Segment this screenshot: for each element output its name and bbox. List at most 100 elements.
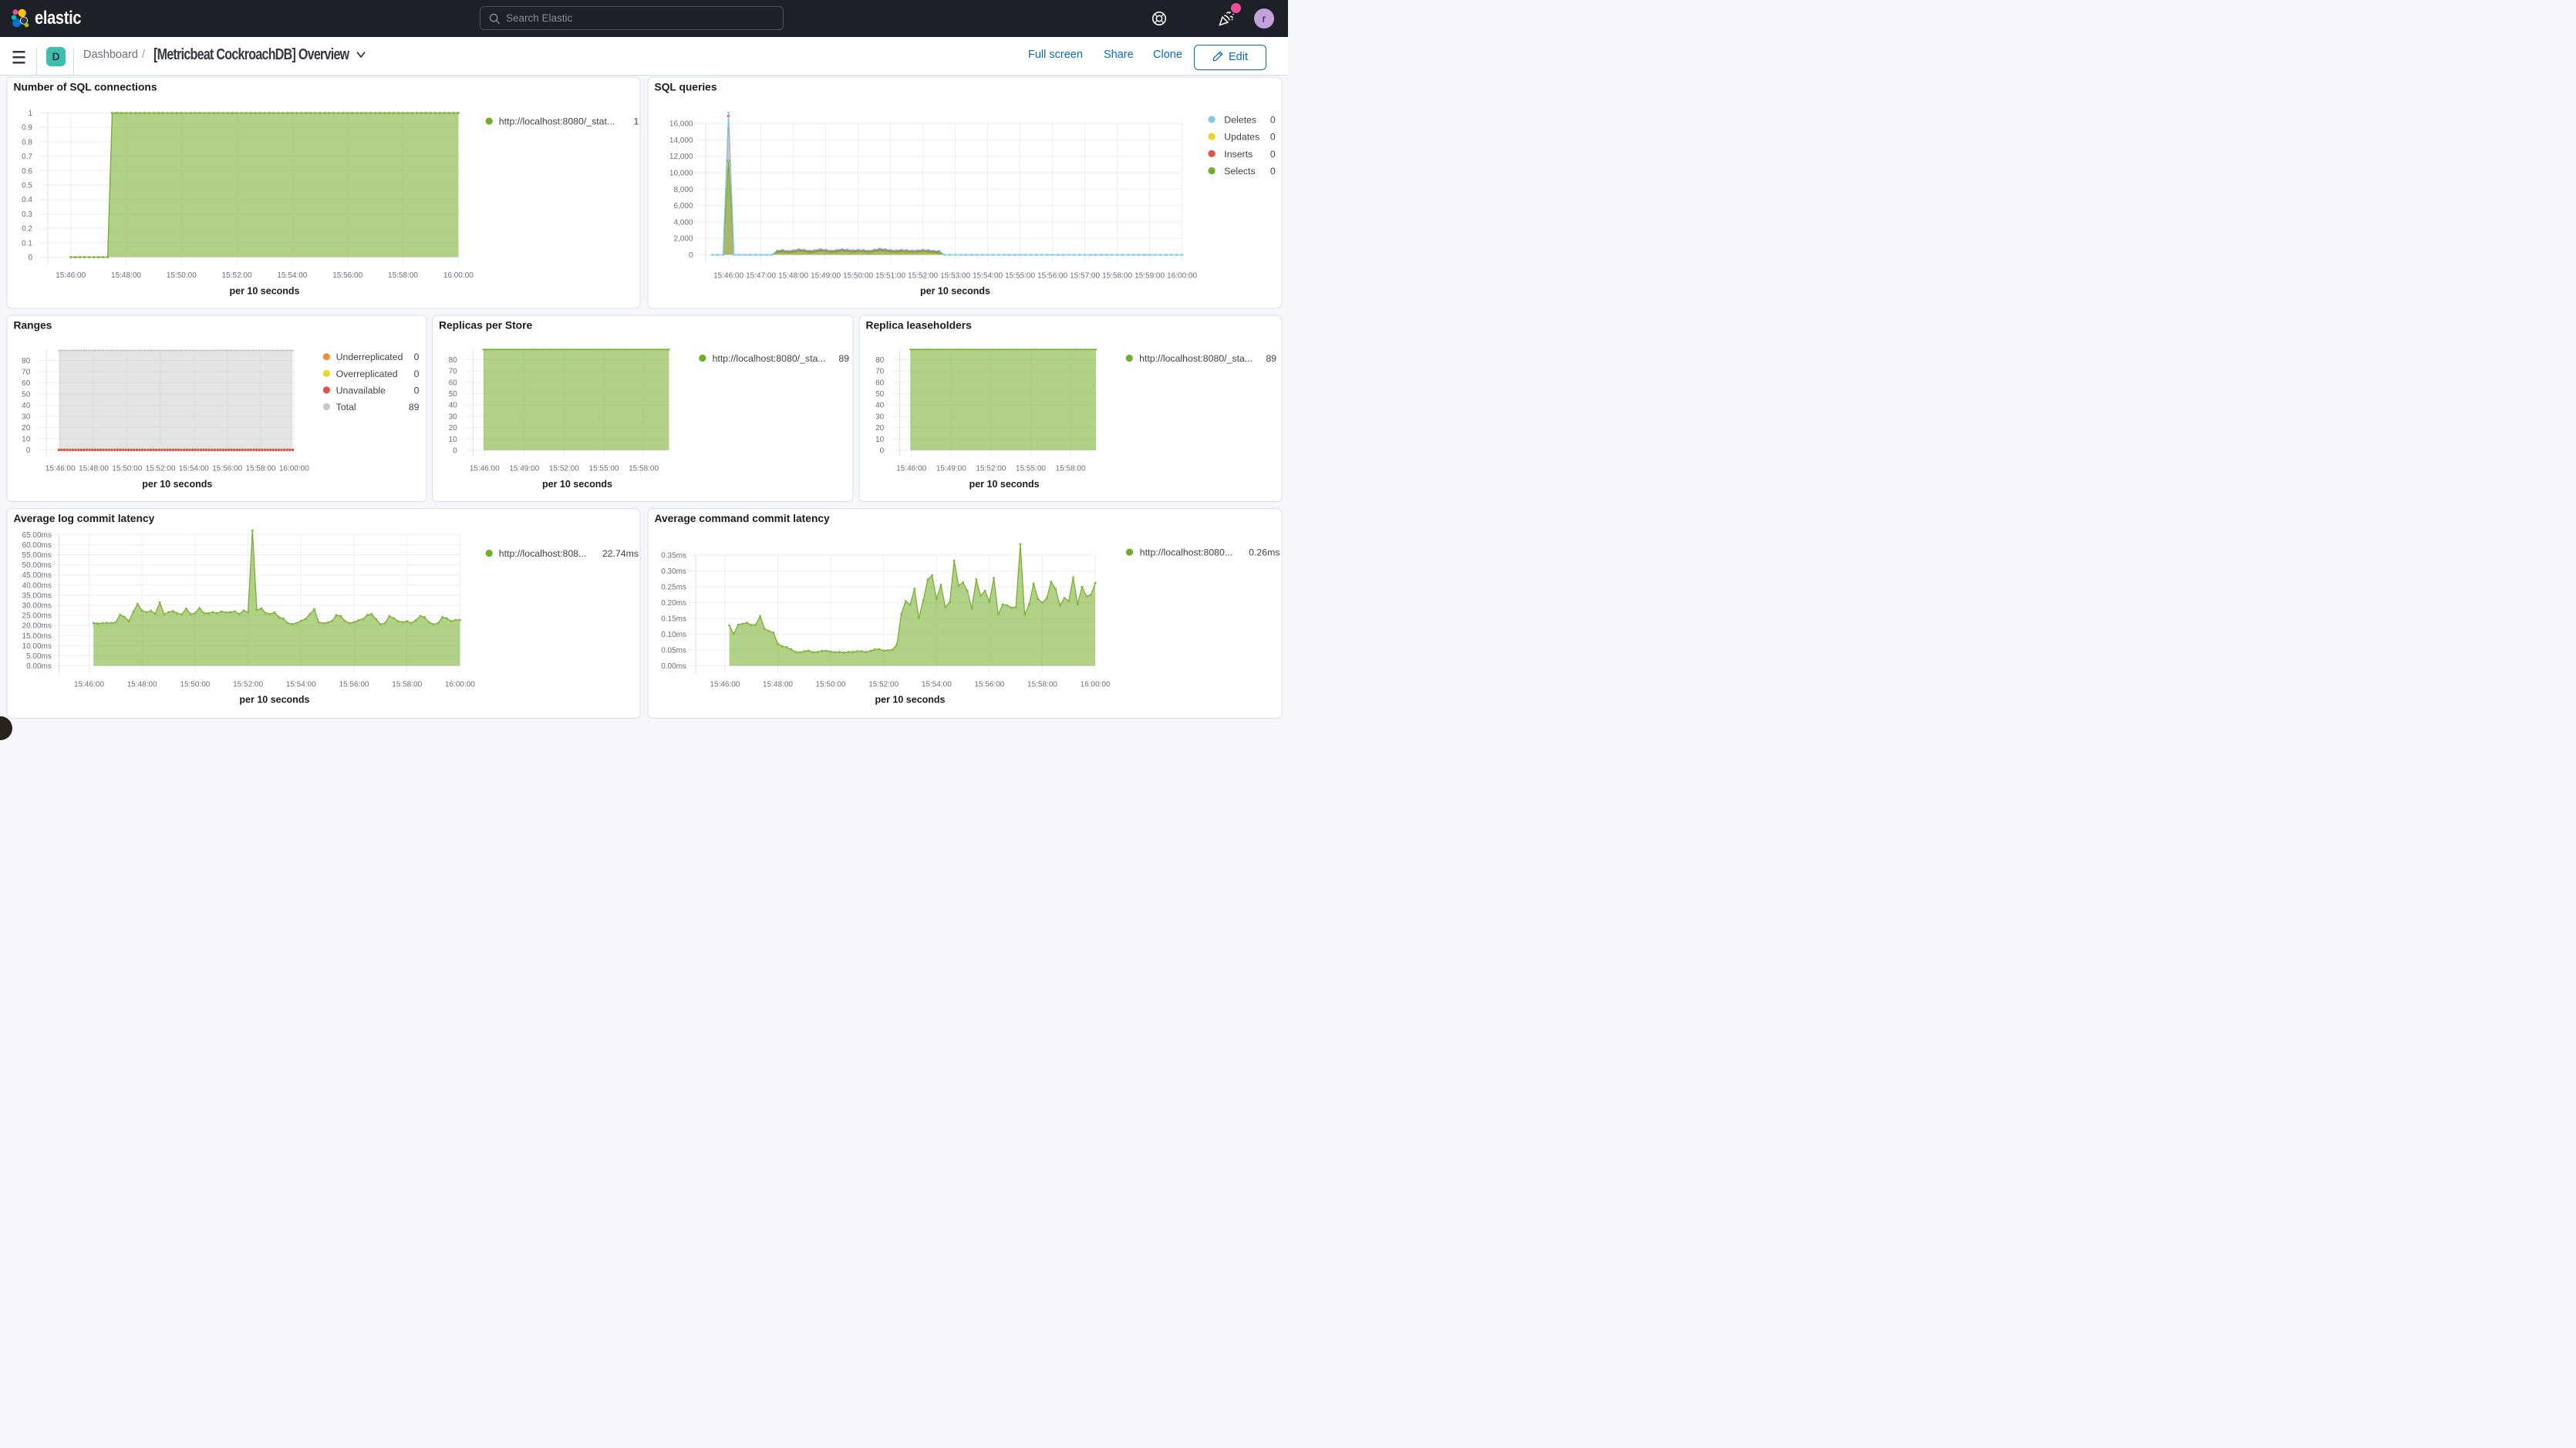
svg-text:15:46:00: 15:46:00 [56,271,86,280]
svg-text:50: 50 [22,391,31,399]
svg-text:0.25ms: 0.25ms [661,584,686,592]
svg-text:Updates: Updates [1224,132,1259,143]
svg-text:5.00ms: 5.00ms [26,652,52,661]
svg-text:0.00ms: 0.00ms [26,662,52,671]
svg-text:15:50:00: 15:50:00 [112,465,142,473]
svg-text:0: 0 [414,385,420,396]
svg-text:15:52:00: 15:52:00 [146,465,176,473]
svg-text:8,000: 8,000 [673,186,693,194]
svg-text:0: 0 [28,254,32,262]
svg-text:15:56:00: 15:56:00 [1037,271,1067,280]
svg-text:30: 30 [875,413,885,421]
svg-text:15:49:00: 15:49:00 [936,465,966,473]
svg-text:SQL queries: SQL queries [655,82,717,93]
svg-text:15:55:00: 15:55:00 [1005,271,1035,280]
svg-text:0.15ms: 0.15ms [661,615,686,624]
svg-text:15:58:00: 15:58:00 [1027,680,1057,689]
svg-text:15:50:00: 15:50:00 [180,680,210,689]
svg-text:15.00ms: 15.00ms [22,632,52,641]
svg-text:1: 1 [634,116,639,127]
svg-text:70: 70 [449,368,458,376]
svg-text:15:50:00: 15:50:00 [167,271,197,280]
svg-text:Total: Total [336,402,356,413]
svg-text:0.3: 0.3 [22,210,32,219]
svg-text:Ranges: Ranges [14,320,52,332]
svg-text:0.9: 0.9 [22,124,32,133]
svg-text:15:58:00: 15:58:00 [388,271,418,280]
svg-text:16:00:00: 16:00:00 [279,465,309,473]
svg-text:20: 20 [22,424,31,433]
svg-text:15:52:00: 15:52:00 [868,680,899,689]
svg-text:Deletes: Deletes [1224,114,1256,125]
svg-text:15:58:00: 15:58:00 [1056,465,1086,473]
svg-text:10: 10 [22,436,31,444]
svg-text:0: 0 [26,446,31,455]
svg-text:60: 60 [22,379,31,388]
svg-text:15:48:00: 15:48:00 [763,680,793,689]
svg-text:10.00ms: 10.00ms [22,642,52,651]
svg-text:per 10 seconds: per 10 seconds [229,286,299,297]
svg-text:15:49:00: 15:49:00 [811,271,841,280]
svg-text:15:57:00: 15:57:00 [1070,271,1100,280]
svg-text:0.00ms: 0.00ms [661,662,686,671]
svg-text:10: 10 [875,436,885,444]
svg-text:4,000: 4,000 [673,218,693,227]
svg-text:15:52:00: 15:52:00 [549,465,579,473]
svg-text:40: 40 [449,402,458,410]
svg-text:40: 40 [875,402,885,410]
svg-text:15:55:00: 15:55:00 [1016,465,1046,473]
svg-text:0.7: 0.7 [22,153,32,161]
svg-text:15:54:00: 15:54:00 [922,680,952,689]
svg-text:65.00ms: 65.00ms [22,531,52,540]
svg-text:0.26ms: 0.26ms [1249,547,1280,558]
svg-text:50: 50 [449,390,458,399]
svg-text:15:52:00: 15:52:00 [976,465,1006,473]
svg-text:89: 89 [409,402,420,413]
svg-text:0.30ms: 0.30ms [661,567,686,576]
svg-text:15:46:00: 15:46:00 [710,680,740,689]
svg-text:89: 89 [1266,353,1276,364]
svg-text:Unavailable: Unavailable [336,385,386,396]
svg-text:15:58:00: 15:58:00 [629,465,659,473]
svg-text:per 10 seconds: per 10 seconds [920,286,990,297]
svg-text:15:52:00: 15:52:00 [908,271,938,280]
svg-text:16:00:00: 16:00:00 [1081,680,1111,689]
svg-text:15:56:00: 15:56:00 [212,465,242,473]
svg-text:15:55:00: 15:55:00 [589,465,619,473]
svg-text:0: 0 [689,251,693,260]
svg-text:25.00ms: 25.00ms [22,612,52,621]
svg-text:12,000: 12,000 [669,153,693,161]
svg-text:15:59:00: 15:59:00 [1135,271,1165,280]
svg-text:Inserts: Inserts [1224,149,1253,160]
svg-text:15:47:00: 15:47:00 [746,271,776,280]
svg-text:15:54:00: 15:54:00 [973,271,1003,280]
svg-text:Average command commit latency: Average command commit latency [655,513,831,524]
svg-text:15:46:00: 15:46:00 [74,680,104,689]
svg-text:0: 0 [880,447,885,456]
svg-text:20.00ms: 20.00ms [22,622,52,631]
svg-text:60: 60 [449,379,458,387]
svg-text:1: 1 [28,109,32,118]
svg-text:15:51:00: 15:51:00 [875,271,905,280]
svg-text:50: 50 [875,390,885,399]
svg-text:80: 80 [449,356,458,365]
svg-text:per 10 seconds: per 10 seconds [875,695,945,705]
svg-text:60.00ms: 60.00ms [22,541,52,550]
svg-text:30: 30 [22,413,31,422]
svg-text:0.10ms: 0.10ms [661,631,686,639]
svg-text:16,000: 16,000 [669,120,693,129]
svg-text:15:50:00: 15:50:00 [843,271,873,280]
svg-text:15:48:00: 15:48:00 [778,271,808,280]
svg-text:6,000: 6,000 [673,202,693,210]
svg-text:15:56:00: 15:56:00 [974,680,1004,689]
svg-text:http://localhost:8080/_sta...: http://localhost:8080/_sta... [713,353,826,364]
svg-text:15:49:00: 15:49:00 [509,465,539,473]
svg-text:http://localhost:8080...: http://localhost:8080... [1140,547,1232,558]
svg-text:15:52:00: 15:52:00 [233,680,263,689]
svg-text:http://localhost:8080/_stat...: http://localhost:8080/_stat... [499,116,615,127]
svg-text:0: 0 [1270,149,1276,160]
svg-text:30: 30 [449,413,458,421]
svg-text:10: 10 [449,436,458,444]
svg-text:80: 80 [22,357,31,365]
svg-text:per 10 seconds: per 10 seconds [542,479,612,490]
